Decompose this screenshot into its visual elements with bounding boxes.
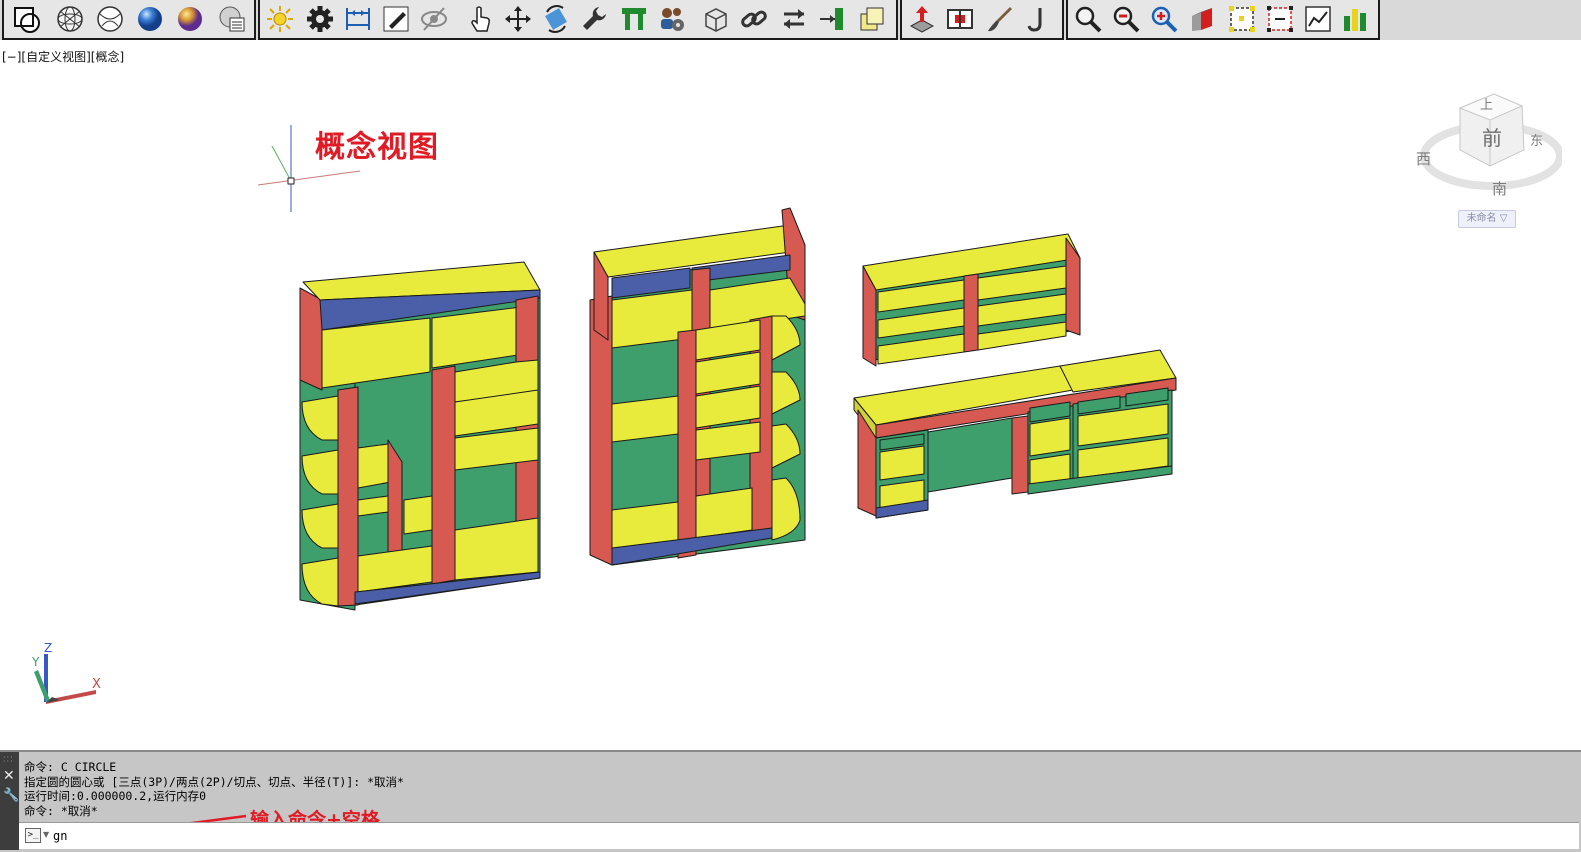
select-hand-icon[interactable]	[464, 3, 496, 35]
viewcube-east[interactable]: 东	[1530, 130, 1543, 149]
zoom-in-icon[interactable]	[1148, 3, 1180, 35]
dimension-icon[interactable]	[342, 3, 374, 35]
visual-style-manager-icon[interactable]	[216, 3, 248, 35]
sun-icon[interactable]	[264, 3, 296, 35]
wrench-icon[interactable]	[578, 3, 610, 35]
hide-icon[interactable]	[418, 3, 450, 35]
desk	[853, 349, 1177, 519]
ucs-x-label: X	[92, 677, 101, 692]
swap-icon[interactable]	[778, 3, 810, 35]
chart-icon[interactable]	[1302, 3, 1334, 35]
frame-red-icon[interactable]	[1264, 3, 1296, 35]
close-icon[interactable]: ✕	[3, 768, 15, 784]
viewcube[interactable]: 上 前 西 东 南 未命名 ▽	[1412, 88, 1562, 238]
3d-block-icon[interactable]	[1186, 3, 1218, 35]
export-icon[interactable]	[816, 3, 848, 35]
wall-shelf	[862, 233, 1081, 367]
move-icon[interactable]	[502, 3, 534, 35]
viewcube-front[interactable]: 前	[1482, 122, 1502, 151]
toolbar	[0, 0, 1581, 40]
edit-pencil-icon[interactable]	[380, 3, 412, 35]
realistic-sphere-icon[interactable]	[134, 3, 166, 35]
ucs-z-label: Z	[44, 641, 52, 655]
viewcube-top[interactable]: 上	[1480, 94, 1493, 113]
toolbar-group-view	[1066, 0, 1380, 40]
zoom-out-icon[interactable]	[1110, 3, 1142, 35]
hidden-sphere-icon[interactable]	[94, 3, 126, 35]
command-line[interactable]: >_ ▼	[19, 822, 1579, 849]
brush-icon[interactable]	[984, 3, 1016, 35]
wardrobe-left	[299, 261, 541, 611]
conceptual-sphere-icon[interactable]	[174, 3, 206, 35]
crosshair-cursor	[257, 125, 361, 212]
extrude-icon[interactable]	[906, 3, 938, 35]
frame-select-icon[interactable]	[1226, 3, 1258, 35]
toolbar-group-visual-styles	[2, 0, 256, 40]
hook-icon[interactable]	[1022, 3, 1054, 35]
green-tool-icon[interactable]	[618, 3, 650, 35]
command-input[interactable]	[53, 826, 453, 846]
command-window-handle[interactable]: ··· ··· ✕ 🔧	[0, 752, 19, 850]
history-line: 运行时间:0.000000.2,运行内存0	[24, 789, 207, 803]
history-line: 命令: C CIRCLE	[24, 760, 117, 774]
copy-icon[interactable]	[856, 3, 888, 35]
wardrobe-middle	[589, 207, 806, 566]
link-icon[interactable]	[738, 3, 770, 35]
zoom-icon[interactable]	[1072, 3, 1104, 35]
box-wireframe-icon[interactable]	[700, 3, 732, 35]
viewport-canvas[interactable]: X Y Z	[0, 60, 1581, 750]
chevron-down-icon[interactable]: ▼	[43, 830, 49, 839]
history-line: 指定圆的圆心或 [三点(3P)/两点(2P)/切点、切点、半径(T)]: *取消…	[24, 774, 404, 789]
region-icon[interactable]	[10, 3, 42, 35]
toolbar-group-tools	[258, 0, 898, 40]
wireframe-sphere-icon[interactable]	[54, 3, 86, 35]
toolbar-group-modify	[900, 0, 1064, 40]
command-prompt-icon[interactable]: >_	[25, 828, 41, 843]
users-settings-icon[interactable]	[656, 3, 688, 35]
viewcube-south[interactable]: 南	[1492, 178, 1507, 199]
grip-icon[interactable]: ··· ···	[3, 754, 16, 766]
wrench-icon[interactable]: 🔧	[3, 788, 19, 803]
viewcube-ucs-menu[interactable]: 未命名 ▽	[1458, 210, 1516, 228]
bars-icon[interactable]	[1340, 3, 1372, 35]
rotate-icon[interactable]	[540, 3, 572, 35]
viewcube-west[interactable]: 西	[1416, 148, 1431, 169]
ucs-y-label: Y	[31, 655, 40, 669]
split-icon[interactable]	[944, 3, 976, 35]
ucs-icon	[34, 654, 96, 704]
settings-gear-icon[interactable]	[304, 3, 336, 35]
command-window: ··· ··· ✕ 🔧 命令: C CIRCLE 指定圆的圆心或 [三点(3P)…	[0, 750, 1581, 852]
